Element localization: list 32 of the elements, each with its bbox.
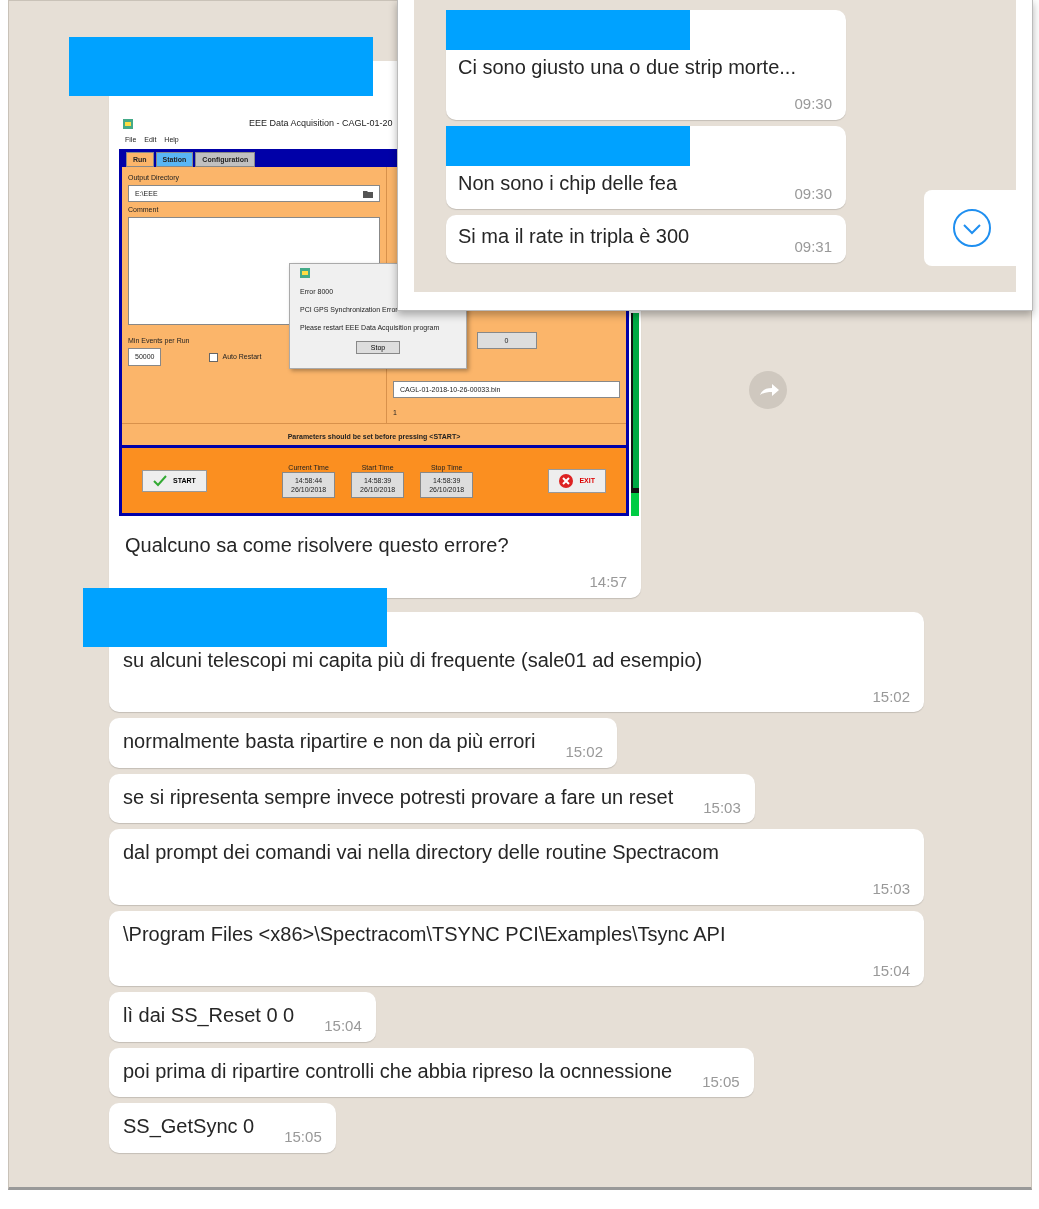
message-text: Non sono i chip delle fea: [458, 171, 678, 194]
message-text: SS_GetSync 0: [123, 1115, 255, 1137]
window-title: EEE Data Acquisition - CAGL-01-20: [249, 118, 393, 130]
message-text: Qualcuno sa come risolvere questo errore?: [124, 533, 510, 558]
checkbox[interactable]: [209, 352, 219, 362]
message-time: 15:04: [324, 1016, 362, 1036]
message-time: 09:31: [794, 237, 832, 257]
message-time: 15:05: [702, 1071, 740, 1091]
message-time: 15:02: [871, 686, 910, 706]
message-time: 15:03: [871, 879, 910, 899]
message-text: dal prompt dei comandi vai nella directory delle routine Spectracom: [123, 841, 719, 863]
message-text: \Program Files <x86>\Spectracom\TSYNC PCI\Examples\Tsync API: [123, 922, 726, 945]
message-time: 09:30: [794, 94, 832, 114]
message-text: su alcuni telescopi mi capita più di frequente (sale01 ad esempio): [123, 648, 703, 671]
chevron-down-icon: [952, 208, 992, 248]
app-icon: [300, 268, 310, 278]
check-icon: [153, 474, 167, 487]
message-text: lì dai SS_Reset 0 0: [123, 1004, 295, 1026]
message-time: 15:03: [703, 797, 741, 817]
message-time: 15:04: [871, 960, 910, 980]
app-icon: [123, 119, 133, 129]
message-text: normalmente basta ripartire e non da più errori: [123, 730, 536, 752]
folder-icon: [363, 189, 373, 199]
message-time: 15:02: [565, 742, 603, 762]
close-icon: [559, 473, 574, 488]
message-text: Si ma il rate in tripla è 300: [458, 225, 690, 247]
message-text: se si ripresenta sempre invece potresti provare a fare un reset: [123, 785, 674, 808]
message-time: 15:05: [284, 1127, 322, 1147]
message-text: Ci sono giusto una o due strip morte...: [458, 56, 796, 78]
message-time: 09:30: [794, 183, 832, 203]
message-text: poi prima di ripartire controlli che abbia ripreso la ocnnessione: [123, 1059, 673, 1082]
message-time: 14:57: [588, 572, 627, 592]
